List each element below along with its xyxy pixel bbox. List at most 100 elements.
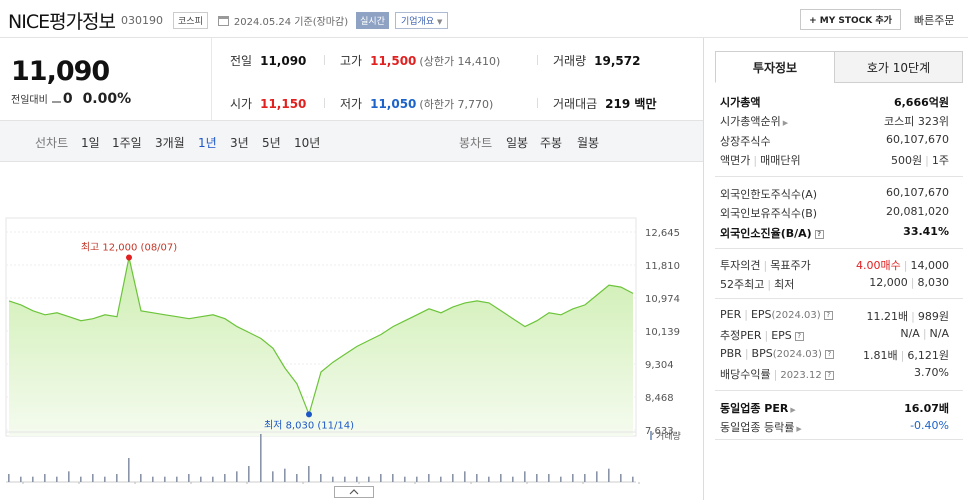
divider xyxy=(537,55,538,65)
volume-bar xyxy=(428,474,430,482)
company-overview-label: 기업개요 xyxy=(400,17,435,27)
change-percent: 0.00% xyxy=(82,91,132,107)
volume-bar xyxy=(20,476,22,482)
help-icon: ? xyxy=(824,350,834,359)
volume-bar xyxy=(164,476,166,482)
volume-bar xyxy=(284,468,286,482)
volume-bar xyxy=(524,471,526,482)
add-mystock-button[interactable]: + MY STOCK 추가 xyxy=(800,9,901,30)
tab-orderbook[interactable]: 호가 10단계 xyxy=(834,51,963,83)
volume-bar xyxy=(584,474,586,482)
volume-bar xyxy=(272,471,274,482)
volume-bar xyxy=(188,474,190,482)
tab-invest-info[interactable]: 투자정보 xyxy=(715,51,835,83)
volume-bar xyxy=(572,474,574,482)
min-label: 최저 8,030 (11/14) xyxy=(264,419,354,431)
volume-bar xyxy=(140,474,142,482)
chevron-down-icon: ▼ xyxy=(436,18,443,26)
stock-header: NICE평가정보 030190 코스피 2024.05.24 기준(장마감) 실… xyxy=(0,0,968,38)
volume-bar xyxy=(608,468,610,482)
volume-bar xyxy=(92,474,94,482)
help-icon: ? xyxy=(794,332,804,341)
volume-bar xyxy=(212,476,214,482)
stat-prev: 전일 11,090 xyxy=(230,54,307,68)
tab-5y[interactable]: 5년 xyxy=(262,134,281,151)
tab-3y[interactable]: 3년 xyxy=(230,134,249,151)
volume-label: 거래량 xyxy=(656,430,681,442)
volume-bar xyxy=(128,458,130,482)
volume-bar xyxy=(260,434,262,482)
volume-bar xyxy=(620,474,622,482)
tab-10y[interactable]: 10년 xyxy=(294,134,320,151)
volume-bar xyxy=(104,476,106,482)
period-tabbar: 선차트 1일 1주일 3개월 1년 3년 5년 10년 봉차트 일봉 주봉 월봉 xyxy=(0,120,703,162)
stat-high: 고가 11,500 (상한가 14,410) xyxy=(340,54,501,68)
y-tick-label: 12,645 xyxy=(645,228,680,239)
current-price-box: 11,090 전일대비 0 0.00% xyxy=(0,38,212,120)
volume-bar xyxy=(320,474,322,482)
volume-bar xyxy=(464,471,466,482)
volume-bar xyxy=(488,476,490,482)
price-chart-svg: 12,64511,81010,97410,1399,3048,4687,633최… xyxy=(5,217,681,500)
min-point xyxy=(306,411,312,418)
volume-bar xyxy=(356,476,358,482)
help-icon: ? xyxy=(823,311,833,320)
volume-bar xyxy=(200,476,202,482)
calendar-icon xyxy=(217,15,229,26)
company-name[interactable]: NICE평가정보 xyxy=(8,7,116,34)
y-tick-label: 10,139 xyxy=(645,327,680,338)
divider xyxy=(715,176,963,177)
realtime-badge: 실시간 xyxy=(356,12,389,29)
caret-icon: ▶ xyxy=(790,406,796,414)
divider xyxy=(715,439,963,440)
volume-bar xyxy=(596,471,598,482)
tab-3m[interactable]: 3개월 xyxy=(155,134,185,151)
company-overview-button[interactable]: 기업개요 ▼ xyxy=(394,12,449,29)
volume-bar xyxy=(176,476,178,482)
volume-bar xyxy=(32,476,34,482)
chart-expand-toggle[interactable] xyxy=(334,486,374,498)
volume-bar xyxy=(548,474,550,482)
max-label: 최고 12,000 (08/07) xyxy=(81,241,177,253)
divider xyxy=(537,98,538,108)
caret-icon: ▶ xyxy=(796,425,802,433)
price-area xyxy=(9,257,633,436)
candle-chart-label: 봉차트 xyxy=(459,136,493,150)
quick-order-button[interactable]: 빠른주문 xyxy=(914,12,954,28)
volume-bar xyxy=(476,474,478,482)
volume-bar xyxy=(8,474,10,482)
help-icon: ? xyxy=(814,230,824,239)
price-panel: 11,090 전일대비 0 0.00% 전일 11,090 고가 11,500 (상한… xyxy=(0,38,703,500)
y-tick-label: 8,468 xyxy=(645,393,674,404)
volume-bar xyxy=(308,466,310,482)
volume-bar xyxy=(296,474,298,482)
volume-bar xyxy=(152,476,154,482)
stat-amount: 거래대금 219 백만 xyxy=(553,97,657,111)
volume-bar xyxy=(236,471,238,482)
volume-bar xyxy=(332,476,334,482)
volume-bar xyxy=(248,466,250,482)
price-chart[interactable]: 12,645 11,810 10,974 10,139 9,304 8,468 7,633 최… xyxy=(0,162,703,500)
invest-info-panel: 투자정보 호가 10단계 시가총액 6,666억원 시가총액순위 ▶ 코스피 323위… xyxy=(703,38,968,500)
tab-1w[interactable]: 1주일 xyxy=(112,134,142,151)
stat-volume: 거래량 19,572 xyxy=(553,54,641,68)
tab-1y[interactable]: 1년 xyxy=(198,134,217,151)
price-stats: 전일 11,090 고가 11,500 (상한가 14,410) 거래량 19,572 … xyxy=(212,38,703,120)
volume-bar xyxy=(44,474,46,482)
tab-weekly[interactable]: 주봉 xyxy=(540,134,562,151)
divider xyxy=(324,98,325,108)
y-tick-label: 9,304 xyxy=(645,360,674,371)
market-badge: 코스피 xyxy=(173,12,208,29)
stat-low: 저가 11,050 (하한가 7,770) xyxy=(340,97,494,111)
y-tick-label: 11,810 xyxy=(645,261,680,272)
tab-monthly[interactable]: 월봉 xyxy=(577,134,599,151)
volume-bar xyxy=(452,474,454,482)
flat-icon xyxy=(51,101,61,103)
volume-bar xyxy=(632,476,634,482)
tab-daily[interactable]: 일봉 xyxy=(506,134,528,151)
volume-bar xyxy=(500,474,502,482)
tab-1d[interactable]: 1일 xyxy=(81,134,100,151)
max-point xyxy=(126,254,132,261)
chevron-up-icon xyxy=(349,489,359,495)
price-change: 전일대비 0 0.00% xyxy=(11,91,131,107)
